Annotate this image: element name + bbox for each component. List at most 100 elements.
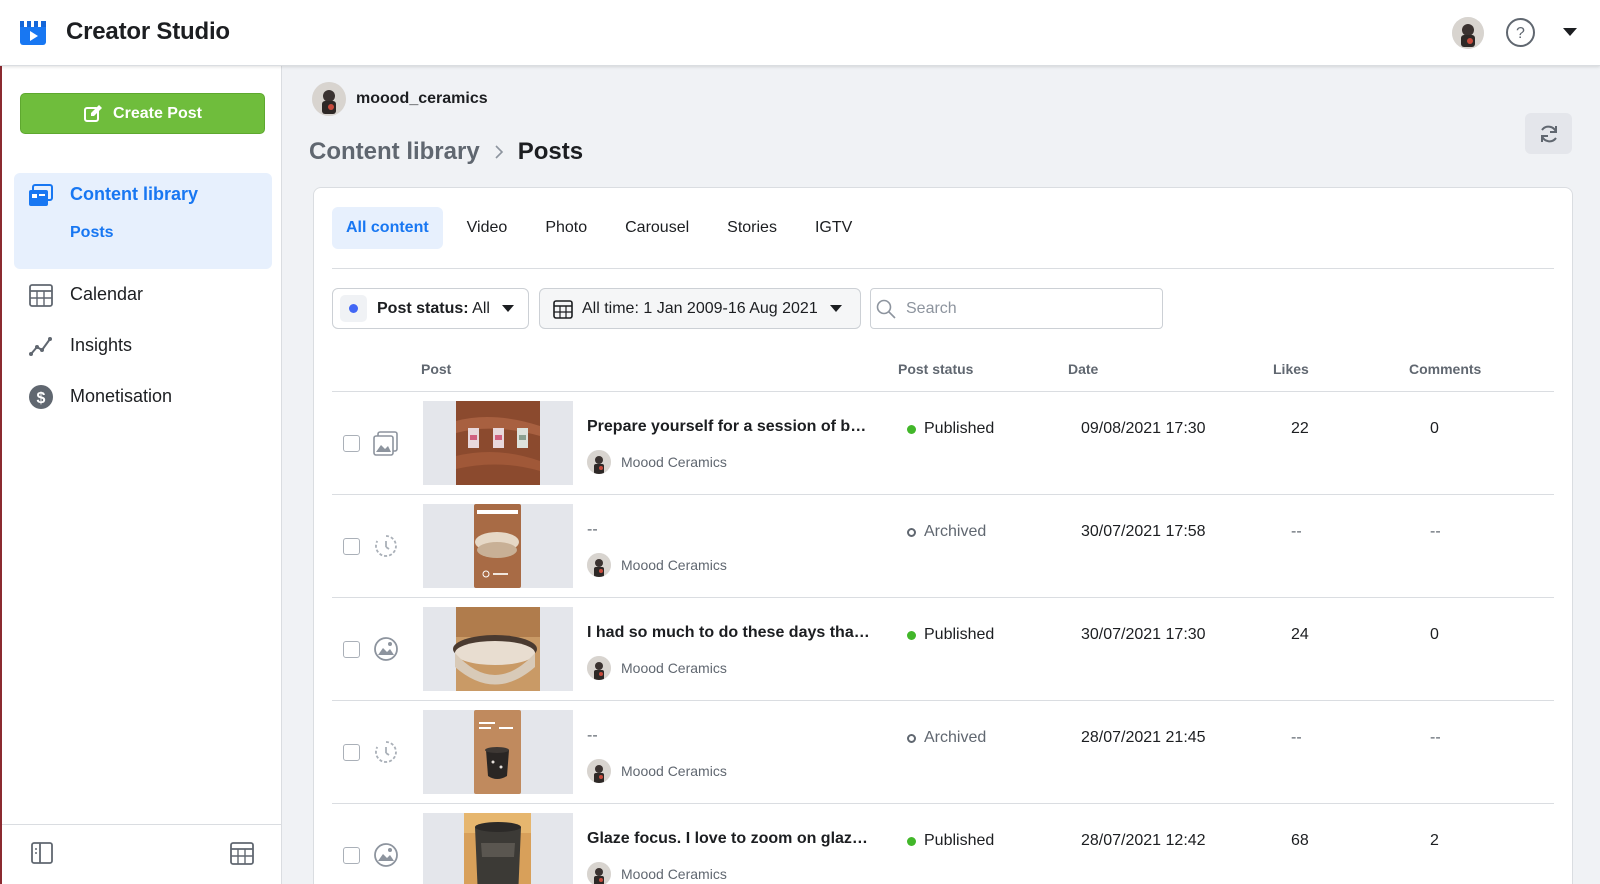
status-badge: Archived [907,729,986,747]
post-comments: 0 [1430,420,1439,437]
tab-photo[interactable]: Photo [531,207,601,249]
post-author: Moood Ceramics [587,656,727,680]
column-header-date[interactable]: Date [1068,361,1098,377]
tab-video[interactable]: Video [453,207,522,249]
refresh-button[interactable] [1525,113,1572,154]
calendar-icon [29,284,53,307]
sidebar-item-label: Calendar [70,284,144,304]
table-row[interactable]: Prepare yourself for a session of befo… … [332,392,1554,495]
post-author: Moood Ceramics [587,862,727,884]
post-thumbnail[interactable] [423,607,573,691]
table-row[interactable]: -- Moood Ceramics Archived 30/07/2021 17… [332,495,1554,598]
post-title[interactable]: I had so much to do these days that I … [587,624,872,642]
breadcrumb-parent[interactable]: Content library [309,138,480,166]
sidebar-item-insights[interactable]: Insights [14,324,272,366]
author-avatar [587,553,611,577]
edit-icon [84,104,103,122]
profile-avatar[interactable] [1452,17,1484,49]
author-name: Moood Ceramics [621,557,727,573]
post-thumbnail[interactable] [423,401,573,485]
author-name: Moood Ceramics [621,763,727,779]
refresh-icon [1540,125,1557,142]
post-title[interactable]: Glaze focus. I love to zoom on glaze t… [587,830,872,848]
sidebar-subitem-posts[interactable]: Posts [70,224,114,242]
post-title[interactable]: -- [587,521,872,539]
breadcrumb: Content library Posts [309,138,583,166]
tab-igtv[interactable]: IGTV [801,207,866,249]
table-header: Post Post status Date Likes Comments [332,348,1554,392]
row-checkbox[interactable] [343,641,360,658]
tab-all-content[interactable]: All content [332,207,443,249]
status-label: Published [924,420,995,437]
content-panel: All content Video Photo Carousel Stories… [313,187,1573,884]
author-avatar [587,759,611,783]
sidebar: Create Post Content library Posts Calend… [0,66,282,884]
column-header-post[interactable]: Post [421,361,451,377]
post-comments: -- [1430,729,1441,746]
table-row[interactable]: Glaze focus. I love to zoom on glaze t… … [332,804,1554,884]
create-post-button[interactable]: Create Post [20,93,265,134]
status-badge: Archived [907,523,986,541]
table-row[interactable]: I had so much to do these days that I … … [332,598,1554,701]
collapse-sidebar-icon[interactable] [29,840,55,866]
column-header-status[interactable]: Post status [898,361,973,377]
post-title[interactable]: -- [587,727,872,745]
search-input[interactable] [906,299,1156,318]
creator-studio-logo-icon[interactable] [19,18,47,46]
archived-dot-icon [907,733,916,743]
status-badge: Published [907,832,994,850]
calendar-icon [553,299,573,319]
column-header-comments[interactable]: Comments [1409,361,1481,377]
post-thumbnail[interactable] [423,710,573,794]
story-icon [375,535,397,557]
post-date: 09/08/2021 17:30 [1081,420,1206,437]
post-thumbnail[interactable] [423,504,573,588]
sidebar-item-content-library[interactable]: Content library Posts [14,173,272,269]
post-date: 30/07/2021 17:30 [1081,626,1206,643]
status-label: Published [924,626,995,643]
table-view-icon[interactable] [229,840,255,866]
sidebar-item-calendar[interactable]: Calendar [14,273,272,315]
post-author: Moood Ceramics [587,553,727,577]
post-author: Moood Ceramics [587,759,727,783]
author-name: Moood Ceramics [621,454,727,470]
row-checkbox[interactable] [343,538,360,555]
date-range-filter[interactable]: All time: 1 Jan 2009-16 Aug 2021 [539,288,861,329]
tab-carousel[interactable]: Carousel [611,207,703,249]
account-menu-caret-icon[interactable] [1562,26,1578,38]
create-post-label: Create Post [113,104,202,122]
help-icon[interactable]: ? [1505,17,1536,48]
post-likes: -- [1291,523,1302,540]
sidebar-item-label: Insights [70,335,133,355]
author-name: Moood Ceramics [621,660,727,676]
post-status-filter[interactable]: Post status: All [332,288,529,329]
row-checkbox[interactable] [343,744,360,761]
published-dot-icon [907,836,916,846]
app-title: Creator Studio [66,18,230,45]
post-date: 28/07/2021 21:45 [1081,729,1206,746]
account-header: moood_ceramics [312,82,488,116]
photo-icon [374,637,398,661]
row-checkbox[interactable] [343,435,360,452]
chevron-down-icon [829,304,842,312]
content-type-tabs: All content Video Photo Carousel Stories… [332,207,876,249]
post-thumbnail[interactable] [423,813,573,884]
post-date: 30/07/2021 17:58 [1081,523,1206,540]
tab-stories[interactable]: Stories [713,207,791,249]
status-label: Archived [924,523,987,540]
status-badge: Published [907,420,994,438]
column-header-likes[interactable]: Likes [1273,361,1309,377]
status-dot-icon [340,295,367,322]
posts-table-body: Prepare yourself for a session of befo… … [332,392,1554,884]
table-row[interactable]: -- Moood Ceramics Archived 28/07/2021 21… [332,701,1554,804]
top-bar: Creator Studio ? [0,0,1600,66]
row-checkbox[interactable] [343,847,360,864]
post-comments: -- [1430,523,1441,540]
story-icon [375,741,397,763]
breadcrumb-current: Posts [517,138,584,165]
account-avatar[interactable] [312,82,346,116]
post-status-value: All [468,299,490,317]
post-likes: 24 [1291,626,1309,643]
post-title[interactable]: Prepare yourself for a session of befo… [587,418,872,436]
sidebar-item-monetisation[interactable]: $ Monetisation [14,375,272,417]
